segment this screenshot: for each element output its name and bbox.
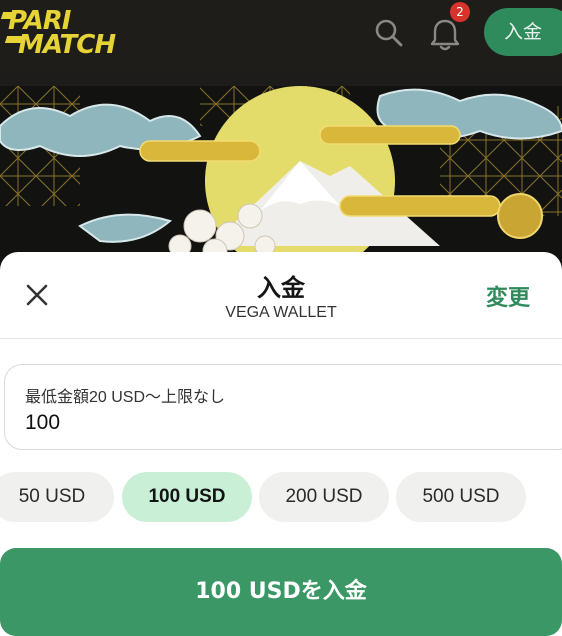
logo-text-line2: MATCH bbox=[18, 30, 116, 60]
divider bbox=[0, 338, 562, 339]
preset-amounts: 50 USD 100 USD 200 USD 500 USD bbox=[0, 472, 562, 522]
sheet-title: 入金 bbox=[257, 274, 305, 302]
deposit-sheet: 入金 VEGA WALLET 変更 最低金額20 USD～上限なし 100 50… bbox=[0, 252, 562, 636]
top-header: PARI MATCH 2 入金 bbox=[0, 0, 562, 72]
amount-limit-label: 最低金額20 USD～上限なし bbox=[25, 389, 226, 406]
preset-chip-100[interactable]: 100 USD bbox=[122, 472, 252, 522]
deposit-submit-button[interactable]: 100 USDを入金 bbox=[0, 548, 562, 636]
notification-badge: 2 bbox=[450, 2, 470, 22]
search-icon[interactable] bbox=[372, 16, 406, 50]
amount-input-value[interactable]: 100 bbox=[25, 411, 60, 435]
header-deposit-button[interactable]: 入金 bbox=[484, 8, 562, 56]
preset-chip-50[interactable]: 50 USD bbox=[0, 472, 114, 522]
preset-chip-500[interactable]: 500 USD bbox=[396, 472, 526, 522]
amount-field[interactable]: 最低金額20 USD～上限なし 100 bbox=[4, 364, 562, 450]
banner-artwork bbox=[0, 86, 562, 266]
parimatch-logo[interactable]: PARI MATCH bbox=[0, 4, 144, 62]
wallet-name: VEGA WALLET bbox=[225, 304, 337, 321]
preset-chip-200[interactable]: 200 USD bbox=[259, 472, 389, 522]
promo-banner[interactable] bbox=[0, 86, 562, 266]
change-wallet-button[interactable]: 変更 bbox=[486, 280, 530, 312]
